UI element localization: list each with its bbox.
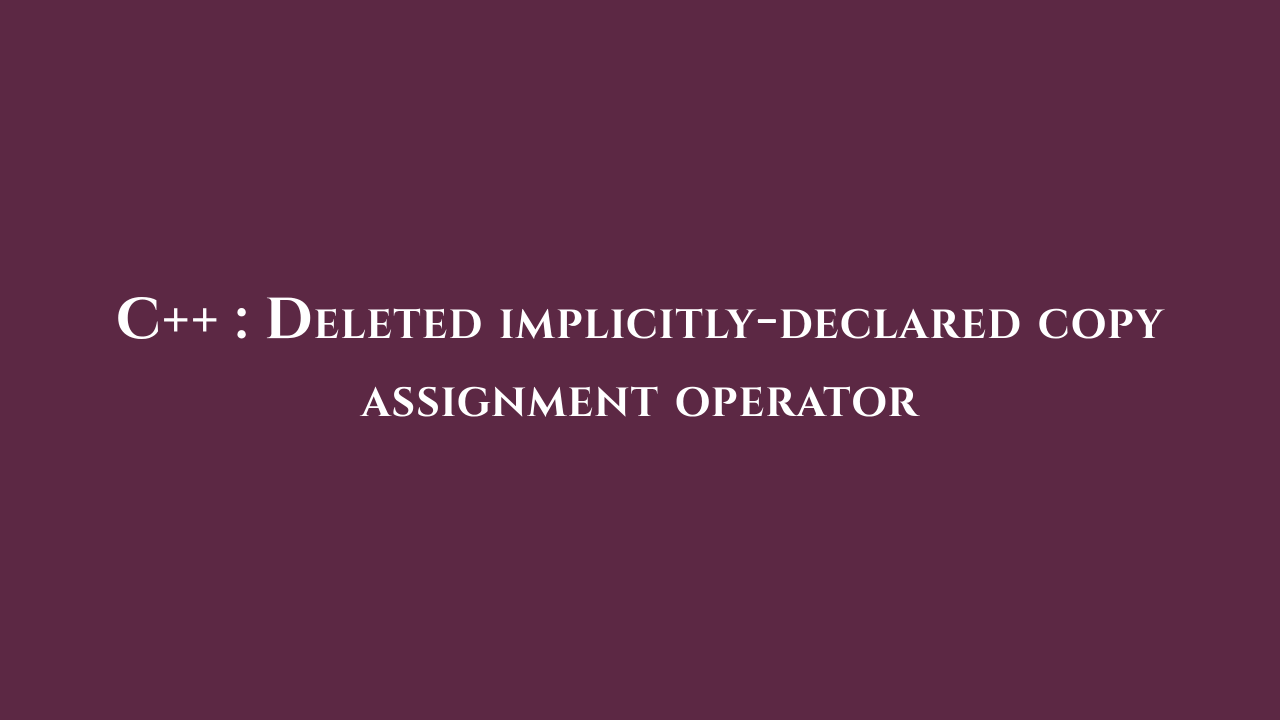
title-text: C++ : Deleted implicitly-declared copy a… xyxy=(0,282,1280,439)
